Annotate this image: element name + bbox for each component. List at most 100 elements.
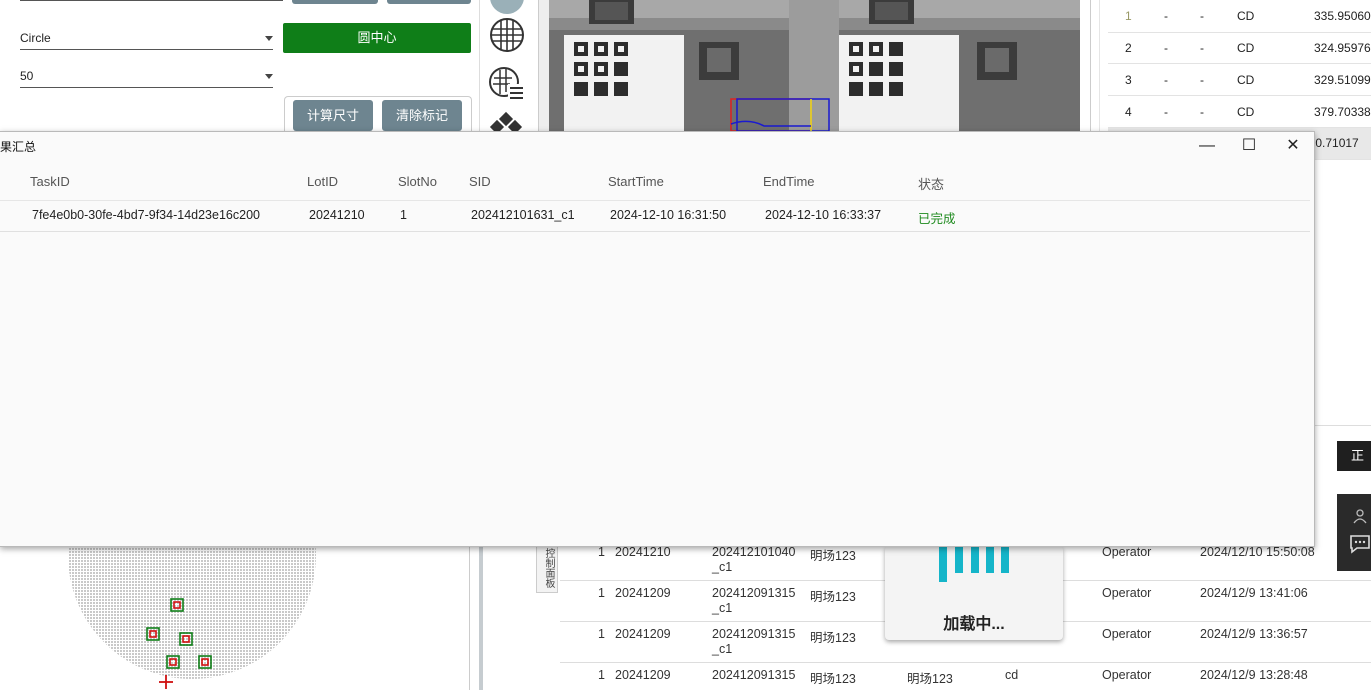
table-cell: -: [1200, 105, 1204, 119]
column-header-status[interactable]: 状态: [918, 174, 944, 193]
row-index: 3: [1125, 73, 1132, 87]
status-button[interactable]: 正在: [1337, 441, 1371, 493]
table-row[interactable]: 2 - - CD 324.95976: [1108, 32, 1371, 64]
table-cell: -: [1164, 41, 1168, 55]
table-cell: 20241209: [615, 627, 671, 641]
lot-id-cell: 20241210: [309, 208, 365, 222]
wafer-list-icon[interactable]: [488, 64, 526, 102]
table-cell: CD: [1237, 41, 1255, 55]
clear-marks-button[interactable]: 清除标记: [382, 100, 462, 131]
divider: [1314, 425, 1371, 426]
end-time-cell: 2024-12-10 16:33:37: [765, 208, 882, 222]
table-cell: 329.51099: [1314, 73, 1371, 87]
chevron-down-icon: [265, 74, 273, 79]
table-row[interactable]: 3 - - CD 329.51099: [1108, 64, 1371, 96]
table-cell: 2024/12/10 15:50:08: [1200, 545, 1315, 559]
start-time-cell: 2024-12-10 16:31:50: [610, 208, 727, 222]
loading-bar: [939, 546, 947, 582]
shape-select[interactable]: Circle: [20, 27, 273, 50]
status-cell: 已完成: [918, 212, 956, 226]
loading-bar: [971, 546, 979, 573]
image-viewer[interactable]: [549, 0, 1080, 131]
column-header-endtime[interactable]: EndTime: [763, 174, 815, 189]
loading-bar: [986, 546, 994, 573]
table-cell: Operator: [1102, 586, 1152, 600]
table-row[interactable]: 1 20241209 202412091315 明场123 明场123 cd O…: [560, 662, 1371, 690]
table-cell: -: [1200, 41, 1204, 55]
table-cell: _c1: [712, 601, 733, 615]
circle-center-button[interactable]: 圆中心: [283, 23, 471, 53]
close-button[interactable]: ✕: [1271, 132, 1315, 160]
table-cell: Operator: [1102, 545, 1152, 559]
table-cell: 20241209: [615, 586, 671, 600]
table-cell: 20241210: [615, 545, 671, 559]
table-cell: 2024/12/9 13:36:57: [1200, 627, 1308, 641]
top-button-right-edge[interactable]: [387, 0, 471, 4]
table-cell: -: [1164, 9, 1168, 23]
column-header-taskid[interactable]: TaskID: [30, 174, 70, 189]
table-cell: 明场123: [907, 672, 953, 686]
table-cell: 2024/12/9 13:41:06: [1200, 586, 1308, 600]
table-cell: 1: [598, 627, 605, 641]
size-select-value: 50: [20, 69, 34, 83]
shape-select-value: Circle: [20, 31, 51, 45]
table-cell: 202412101040: [712, 545, 796, 559]
table-cell: _c1: [712, 560, 733, 574]
wafer-map[interactable]: [60, 545, 330, 690]
table-cell: 明场123: [810, 590, 856, 604]
table-row[interactable]: 4 - - CD 379.70338: [1108, 96, 1371, 128]
user-icon[interactable]: [1352, 508, 1368, 524]
top-button-left-edge[interactable]: [292, 0, 378, 4]
calc-size-button[interactable]: 计算尺寸: [293, 100, 373, 131]
control-panel-tab[interactable]: 控制面板: [536, 545, 558, 593]
table-cell: 明场123: [810, 549, 856, 563]
table-cell: -: [1200, 9, 1204, 23]
panel-divider: [469, 545, 470, 690]
zoom-circle-icon[interactable]: [488, 0, 526, 16]
loading-bar: [1001, 546, 1009, 573]
top-field-underline: [20, 0, 283, 1]
table-cell: CD: [1237, 105, 1255, 119]
result-summary-dialog: 果汇总 — ☐ ✕ TaskID LotID SlotNo SID StartT…: [0, 131, 1315, 547]
row-index: 2: [1125, 41, 1132, 55]
splitter-bar[interactable]: [479, 545, 483, 690]
row-index: 1: [1125, 9, 1132, 23]
table-cell: 2024/12/9 13:28:48: [1200, 668, 1308, 682]
table-cell: 202412091315: [712, 668, 796, 682]
table-cell: 335.95060: [1314, 9, 1371, 23]
table-cell: 1: [598, 545, 605, 559]
loading-bar: [955, 546, 963, 573]
table-cell: 明场123: [810, 672, 856, 686]
maximize-button[interactable]: ☐: [1227, 132, 1271, 160]
table-cell: CD: [1237, 73, 1255, 87]
chevron-down-icon: [265, 36, 273, 41]
table-cell: -: [1164, 73, 1168, 87]
column-header-starttime[interactable]: StartTime: [608, 174, 664, 189]
table-cell: 1: [598, 668, 605, 682]
chip-image: [549, 0, 1080, 131]
table-cell: cd: [1005, 668, 1019, 682]
slot-no-cell: 1: [400, 208, 407, 222]
size-select[interactable]: 50: [20, 65, 273, 88]
table-cell: 202412091315: [712, 627, 796, 641]
minimize-button[interactable]: —: [1185, 132, 1229, 160]
table-cell: CD: [1237, 9, 1255, 23]
table-cell: -: [1164, 105, 1168, 119]
dialog-title: 果汇总: [0, 140, 37, 154]
table-cell: 202412091315: [712, 586, 796, 600]
table-cell: 379.70338: [1314, 105, 1371, 119]
wafer-grid-icon[interactable]: [488, 16, 526, 54]
row-index: 4: [1125, 105, 1132, 119]
control-panel-tab-label: 控制面板: [543, 548, 554, 588]
task-id-cell: 7fe4e0b0-30fe-4bd7-9f34-14d23e16c200: [32, 208, 260, 222]
table-cell: -: [1200, 73, 1204, 87]
column-header-lotid[interactable]: LotID: [307, 174, 338, 189]
table-cell: Operator: [1102, 627, 1152, 641]
table-cell: _c1: [712, 642, 733, 656]
table-row[interactable]: 1 - - CD 335.95060: [1108, 0, 1371, 33]
column-header-slotno[interactable]: SlotNo: [398, 174, 437, 189]
loading-text: 加载中...: [943, 616, 1005, 633]
column-header-sid[interactable]: SID: [469, 174, 491, 189]
table-cell: 324.95976: [1314, 41, 1371, 55]
loading-popup: 加载中...: [885, 546, 1063, 640]
